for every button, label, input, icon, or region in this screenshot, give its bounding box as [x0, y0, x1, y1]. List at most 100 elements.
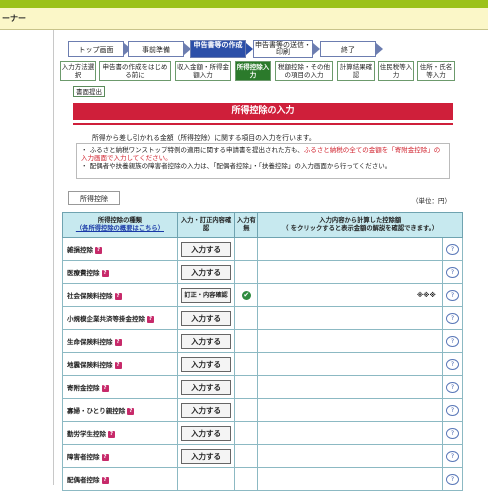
amount-cell — [257, 421, 443, 445]
amount-cell — [257, 375, 443, 399]
action-cell: 入力する — [176, 237, 236, 261]
question-icon[interactable]: ? — [127, 407, 135, 415]
help-bubble-icon[interactable]: ? — [445, 243, 459, 255]
status-cell — [234, 398, 259, 422]
step-arrow-icon — [376, 43, 383, 55]
page-header: ーナー — [0, 8, 488, 30]
help-cell: ? — [441, 444, 464, 468]
overview-link[interactable]: （各所得控除の概要はこちら） — [63, 225, 177, 233]
question-icon[interactable]: ? — [101, 384, 109, 392]
deduction-name: 寄附金控除? — [62, 375, 178, 399]
status-cell — [234, 237, 259, 261]
input-button[interactable]: 入力する — [181, 448, 232, 464]
check-icon: ✔ — [241, 290, 251, 300]
amount-cell — [257, 329, 443, 353]
top-bar — [0, 0, 488, 8]
question-icon[interactable]: ? — [101, 476, 109, 484]
table-row: 配偶者控除?? — [62, 467, 464, 491]
step-end: 終了 — [320, 41, 376, 57]
table-row: 雑損控除? 入力する? — [62, 237, 464, 261]
input-button[interactable]: 入力する — [181, 379, 232, 395]
help-bubble-icon[interactable]: ? — [445, 427, 459, 439]
help-bubble-icon[interactable]: ? — [445, 450, 459, 462]
input-button[interactable]: 入力する — [181, 241, 232, 257]
status-cell — [234, 444, 259, 468]
action-cell: 入力する — [176, 444, 236, 468]
tab-deductions: 所得控除 — [68, 191, 120, 205]
input-button[interactable]: 入力する — [181, 425, 232, 441]
sidebar-divider — [53, 30, 54, 485]
deduction-name: 医療費控除? — [62, 260, 178, 284]
action-cell — [176, 467, 236, 491]
question-icon[interactable]: ? — [114, 292, 122, 300]
status-cell: ✔ — [234, 283, 259, 307]
step-prep[interactable]: 事前準備 — [128, 41, 184, 57]
help-cell: ? — [441, 398, 464, 422]
amount-cell — [257, 352, 443, 376]
col-type-header: 所得控除の種類 （各所得控除の概要はこちら） — [62, 212, 178, 238]
question-icon[interactable]: ? — [114, 361, 122, 369]
input-button[interactable]: 入力する — [181, 356, 232, 372]
status-cell — [234, 375, 259, 399]
help-cell: ? — [441, 329, 464, 353]
step-arrow-icon — [246, 43, 253, 55]
table-row: 寡婦・ひとり親控除? 入力する? — [62, 398, 464, 422]
status-cell — [234, 352, 259, 376]
deduction-name: 勤労学生控除? — [62, 421, 178, 445]
status-cell — [234, 306, 259, 330]
help-cell: ? — [441, 421, 464, 445]
amount-cell — [257, 398, 443, 422]
deduction-name: 生命保険料控除? — [62, 329, 178, 353]
question-icon[interactable]: ? — [108, 430, 115, 438]
help-bubble-icon[interactable]: ? — [445, 335, 459, 347]
help-bubble-icon[interactable]: ? — [445, 312, 459, 324]
substep-resident-tax: 住民税等入力 — [378, 61, 414, 81]
amount-cell — [257, 444, 443, 468]
amount-cell — [257, 467, 443, 491]
notes-box: ・ ふるさと納税ワンストップ特例の適用に関する申請書を提出された方も、ふるさと納… — [76, 143, 450, 179]
substep-tax-credit: 税額控除・その他の項目の入力 — [275, 61, 333, 81]
col-action-header: 入力・訂正内容確認 — [176, 212, 236, 238]
question-icon[interactable]: ? — [101, 269, 109, 277]
step-create: 申告書等の作成 — [190, 40, 246, 58]
status-cell — [234, 260, 259, 284]
input-button[interactable]: 入力する — [181, 310, 232, 326]
status-cell — [234, 467, 259, 491]
help-cell: ? — [441, 375, 464, 399]
input-button[interactable]: 訂正・内容確認 — [181, 287, 232, 303]
input-button[interactable]: 入力する — [181, 333, 232, 349]
step-send: 申告書等の送信・印刷 — [253, 40, 313, 58]
help-bubble-icon[interactable]: ? — [445, 289, 459, 301]
question-icon[interactable]: ? — [101, 453, 109, 461]
help-cell: ? — [441, 260, 464, 284]
deduction-name: 社会保険料控除? — [62, 283, 178, 307]
unit-label: （単位：円） — [412, 197, 451, 205]
substep-before[interactable]: 申告書の作成をはじめる前に — [99, 61, 171, 81]
submit-paper-button[interactable]: 書面提出 — [73, 86, 105, 97]
step-top[interactable]: トップ画面 — [68, 41, 124, 57]
help-bubble-icon[interactable]: ? — [445, 381, 459, 393]
help-bubble-icon[interactable]: ? — [445, 358, 459, 370]
col-amount-header: 入力内容から計算した控除額（ をクリックすると表示金額の解説を確認できます。） — [257, 212, 463, 238]
table-row: 障害者控除? 入力する? — [62, 444, 464, 468]
amount-cell — [257, 306, 443, 330]
substep-income[interactable]: 収入金額・所得金額入力 — [175, 61, 231, 81]
help-bubble-icon[interactable]: ? — [445, 404, 459, 416]
step-arrow-icon — [313, 43, 320, 55]
section-description: 所得から差し引かれる金額（所得控除）に関する項目の入力を行います。 — [92, 134, 316, 142]
section-divider — [73, 123, 453, 125]
deduction-name: 配偶者控除? — [62, 467, 178, 491]
action-cell: 入力する — [176, 398, 236, 422]
help-cell: ? — [441, 237, 464, 261]
table-row: 生命保険料控除? 入力する? — [62, 329, 464, 353]
question-icon[interactable]: ? — [95, 246, 102, 254]
help-bubble-icon[interactable]: ? — [445, 266, 459, 278]
help-bubble-icon[interactable]: ? — [445, 473, 459, 485]
input-button[interactable]: 入力する — [181, 402, 232, 418]
input-button[interactable]: 入力する — [181, 264, 232, 280]
substep-method[interactable]: 入力方法選択 — [60, 61, 96, 81]
question-icon[interactable]: ? — [147, 315, 154, 323]
action-cell: 入力する — [176, 329, 236, 353]
question-icon[interactable]: ? — [114, 338, 122, 346]
amount-cell — [257, 237, 443, 261]
